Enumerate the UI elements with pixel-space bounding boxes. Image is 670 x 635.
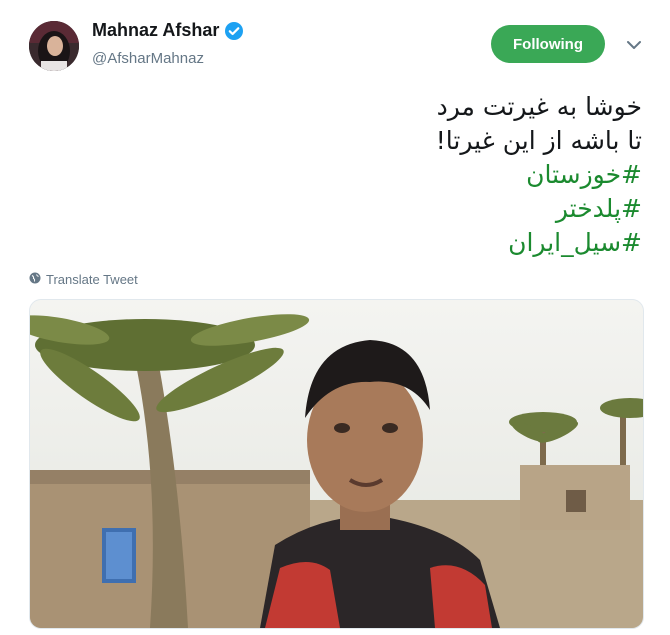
user-name-row[interactable]: Mahnaz Afshar bbox=[92, 20, 244, 41]
tweet-line: تا باشه از این غیرتا! bbox=[435, 126, 642, 155]
user-handle[interactable]: @AfsharMahnaz bbox=[92, 50, 204, 67]
avatar[interactable] bbox=[29, 21, 79, 71]
chevron-down-icon[interactable] bbox=[625, 38, 643, 52]
hashtag-link[interactable]: #سیل_ایران bbox=[82, 226, 642, 260]
tweet-line: خوشا به غیرتت مرد bbox=[436, 92, 642, 121]
following-button[interactable]: Following bbox=[491, 25, 605, 63]
user-name[interactable]: Mahnaz Afshar bbox=[92, 20, 219, 41]
tweet-text: خوشا به غیرتت مرد تا باشه از این غیرتا! … bbox=[82, 90, 642, 260]
globe-icon bbox=[29, 272, 41, 287]
verified-badge-icon bbox=[224, 21, 244, 41]
translate-tweet-link[interactable]: Translate Tweet bbox=[29, 272, 138, 287]
hashtag-link[interactable]: #پلدختر bbox=[82, 192, 642, 226]
hashtag-link[interactable]: #خوزستان bbox=[82, 158, 642, 192]
translate-label[interactable]: Translate Tweet bbox=[46, 272, 138, 287]
video-thumbnail[interactable] bbox=[29, 299, 644, 629]
